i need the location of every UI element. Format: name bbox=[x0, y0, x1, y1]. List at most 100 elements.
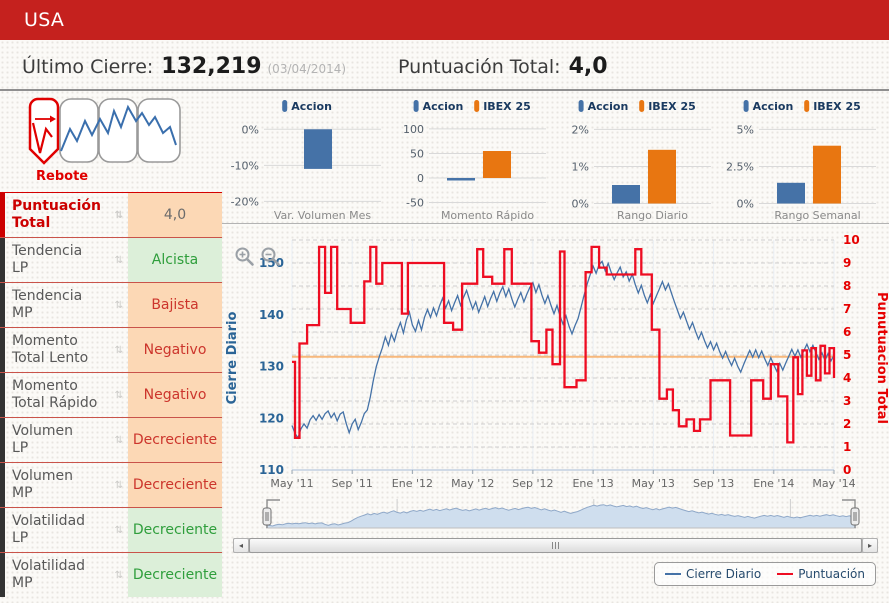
svg-text:140: 140 bbox=[259, 308, 284, 322]
svg-text:6: 6 bbox=[843, 325, 851, 339]
svg-text:IBEX 25: IBEX 25 bbox=[483, 100, 531, 113]
mini-chart-momento-rapido: Accion IBEX 25 100 50 0 -50 Momento Rápido bbox=[403, 100, 546, 222]
indicator-label: Momento Total Lento ⇅ bbox=[0, 328, 128, 372]
navigator-handle-left[interactable] bbox=[262, 507, 272, 526]
pattern-label: Rebote bbox=[36, 169, 89, 184]
svg-text:2%: 2% bbox=[572, 123, 589, 136]
bar-accion bbox=[304, 129, 332, 169]
expand-sort-icon[interactable]: ⇅ bbox=[115, 297, 123, 314]
indicator-row-5[interactable]: Volumen LP ⇅ Decreciente bbox=[0, 417, 222, 462]
mini-legend-item-ibex-25[interactable]: IBEX 25 bbox=[474, 100, 531, 113]
svg-text:-10%: -10% bbox=[231, 159, 259, 172]
series-cierre-diario bbox=[291, 260, 835, 440]
mini-legend-item-ibex-25[interactable]: IBEX 25 bbox=[804, 100, 861, 113]
expand-sort-icon[interactable]: ⇅ bbox=[115, 207, 123, 224]
zoom-in-icon[interactable] bbox=[234, 246, 256, 268]
mini-legend-item-accion[interactable]: Accion bbox=[743, 100, 794, 113]
pattern-icons-canvas bbox=[28, 97, 181, 165]
svg-text:7: 7 bbox=[843, 302, 851, 316]
svg-text:120: 120 bbox=[259, 411, 284, 425]
mini-legend-item-accion[interactable]: Accion bbox=[413, 100, 464, 113]
scrollbar-right-arrow-icon[interactable]: ▸ bbox=[862, 538, 878, 553]
indicator-label: Tendencia LP ⇅ bbox=[0, 238, 128, 282]
indicator-row-4[interactable]: Momento Total Rápido ⇅ Negativo bbox=[0, 372, 222, 417]
svg-text:5: 5 bbox=[843, 348, 851, 362]
expand-sort-icon[interactable]: ⇅ bbox=[115, 432, 123, 449]
svg-text:May '12: May '12 bbox=[451, 477, 494, 490]
indicator-label: Volatilidad MP ⇅ bbox=[0, 553, 128, 597]
svg-text:May '11: May '11 bbox=[270, 477, 313, 490]
expand-sort-icon[interactable]: ⇅ bbox=[115, 387, 123, 404]
indicator-row-6[interactable]: Volumen MP ⇅ Decreciente bbox=[0, 462, 222, 507]
svg-text:4: 4 bbox=[843, 371, 851, 385]
svg-text:May '14: May '14 bbox=[812, 477, 855, 490]
indicator-value: Decreciente bbox=[128, 463, 222, 507]
svg-text:100: 100 bbox=[403, 123, 424, 136]
svg-text:10: 10 bbox=[843, 233, 860, 247]
indicator-sidebar: Rebote Puntuación Total ⇅ 4,0 Tendencia LP ⇅ Al… bbox=[0, 91, 222, 603]
indicator-row-0[interactable]: Puntuación Total ⇅ 4,0 bbox=[0, 192, 222, 237]
indicator-value: Decreciente bbox=[128, 508, 222, 552]
mini-charts-row: Accion 0% -10% -20% Var. Volumen Mes Accion IB… bbox=[222, 91, 889, 223]
svg-text:IBEX 25: IBEX 25 bbox=[648, 100, 696, 113]
indicator-label: Volumen MP ⇅ bbox=[0, 463, 128, 507]
chart-scrollbar[interactable]: ◂ ▸ bbox=[233, 538, 878, 553]
bar-ibex-25 bbox=[483, 151, 511, 178]
svg-text:Var. Volumen Mes: Var. Volumen Mes bbox=[274, 209, 372, 222]
svg-text:2: 2 bbox=[843, 417, 851, 431]
svg-text:Accion: Accion bbox=[588, 100, 629, 113]
main-chart-canvas[interactable]: 110120130140150012345678910May '11 Sep '1… bbox=[222, 224, 889, 498]
indicator-row-1[interactable]: Tendencia LP ⇅ Alcista bbox=[0, 237, 222, 282]
svg-text:Rango Diario: Rango Diario bbox=[617, 209, 688, 222]
scrollbar-thumb[interactable] bbox=[249, 538, 862, 553]
svg-text:Ene '14: Ene '14 bbox=[753, 477, 794, 490]
indicator-row-2[interactable]: Tendencia MP ⇅ Bajista bbox=[0, 282, 222, 327]
svg-text:Momento Rápido: Momento Rápido bbox=[441, 209, 534, 222]
svg-text:50: 50 bbox=[410, 148, 424, 161]
mini-legend-item-accion[interactable]: Accion bbox=[282, 100, 332, 113]
navigator-panel: Ene '12Ene '13Ene '14 bbox=[222, 498, 889, 538]
svg-text:0%: 0% bbox=[242, 123, 259, 136]
bar-accion bbox=[612, 185, 640, 204]
pattern-icon-4[interactable] bbox=[137, 98, 181, 163]
indicator-row-8[interactable]: Volatilidad MP ⇅ Decreciente bbox=[0, 552, 222, 597]
svg-text:2.5%: 2.5% bbox=[726, 161, 754, 174]
svg-text:IBEX 25: IBEX 25 bbox=[813, 100, 861, 113]
indicator-label: Tendencia MP ⇅ bbox=[0, 283, 128, 327]
scrollbar-left-arrow-icon[interactable]: ◂ bbox=[233, 538, 249, 553]
right-axis-title: Punutuacion Total bbox=[874, 292, 889, 424]
indicator-row-3[interactable]: Momento Total Lento ⇅ Negativo bbox=[0, 327, 222, 372]
svg-text:130: 130 bbox=[259, 360, 284, 374]
indicator-table: Puntuación Total ⇅ 4,0 Tendencia LP ⇅ Alcista Te… bbox=[0, 192, 222, 597]
indicator-value: Decreciente bbox=[128, 418, 222, 462]
mini-legend-item-accion[interactable]: Accion bbox=[578, 100, 629, 113]
indicator-label: Volatilidad LP ⇅ bbox=[0, 508, 128, 552]
expand-sort-icon[interactable]: ⇅ bbox=[115, 342, 123, 359]
navigator-handle-right[interactable] bbox=[850, 507, 860, 526]
legend-item-puntuacion[interactable]: Puntuación bbox=[777, 567, 865, 581]
indicator-label: Volumen LP ⇅ bbox=[0, 418, 128, 462]
svg-text:Ene '12: Ene '12 bbox=[392, 477, 433, 490]
zoom-out-icon[interactable] bbox=[260, 246, 282, 268]
svg-text:5%: 5% bbox=[737, 123, 754, 136]
navigator-canvas[interactable]: Ene '12Ene '13Ene '14 bbox=[222, 498, 889, 538]
bar-accion bbox=[447, 178, 475, 181]
mini-legend-item-ibex-25[interactable]: IBEX 25 bbox=[639, 100, 696, 113]
expand-sort-icon[interactable]: ⇅ bbox=[115, 252, 123, 269]
indicator-label: Momento Total Rápido ⇅ bbox=[0, 373, 128, 417]
svg-text:Sep '13: Sep '13 bbox=[693, 477, 734, 490]
app-header: USA bbox=[0, 0, 889, 40]
bar-ibex-25 bbox=[648, 149, 676, 204]
indicator-row-7[interactable]: Volatilidad LP ⇅ Decreciente bbox=[0, 507, 222, 552]
pattern-icon-3[interactable] bbox=[98, 98, 138, 163]
svg-text:3: 3 bbox=[843, 394, 851, 408]
charts-column: Accion 0% -10% -20% Var. Volumen Mes Accion IB… bbox=[222, 91, 889, 603]
legend-item-cierre-diario[interactable]: Cierre Diario bbox=[664, 567, 761, 581]
pattern-icon-2[interactable] bbox=[59, 98, 99, 163]
expand-sort-icon[interactable]: ⇅ bbox=[115, 522, 123, 539]
expand-sort-icon[interactable]: ⇅ bbox=[115, 477, 123, 494]
expand-sort-icon[interactable]: ⇅ bbox=[115, 567, 123, 584]
main-chart-panel: 110 120 130 140 150 0 1 2 3 4 5 6 7 8 9 10 May '11 Sep '1… bbox=[222, 223, 889, 497]
svg-text:0: 0 bbox=[417, 172, 424, 185]
bar-ibex-25 bbox=[813, 145, 841, 204]
